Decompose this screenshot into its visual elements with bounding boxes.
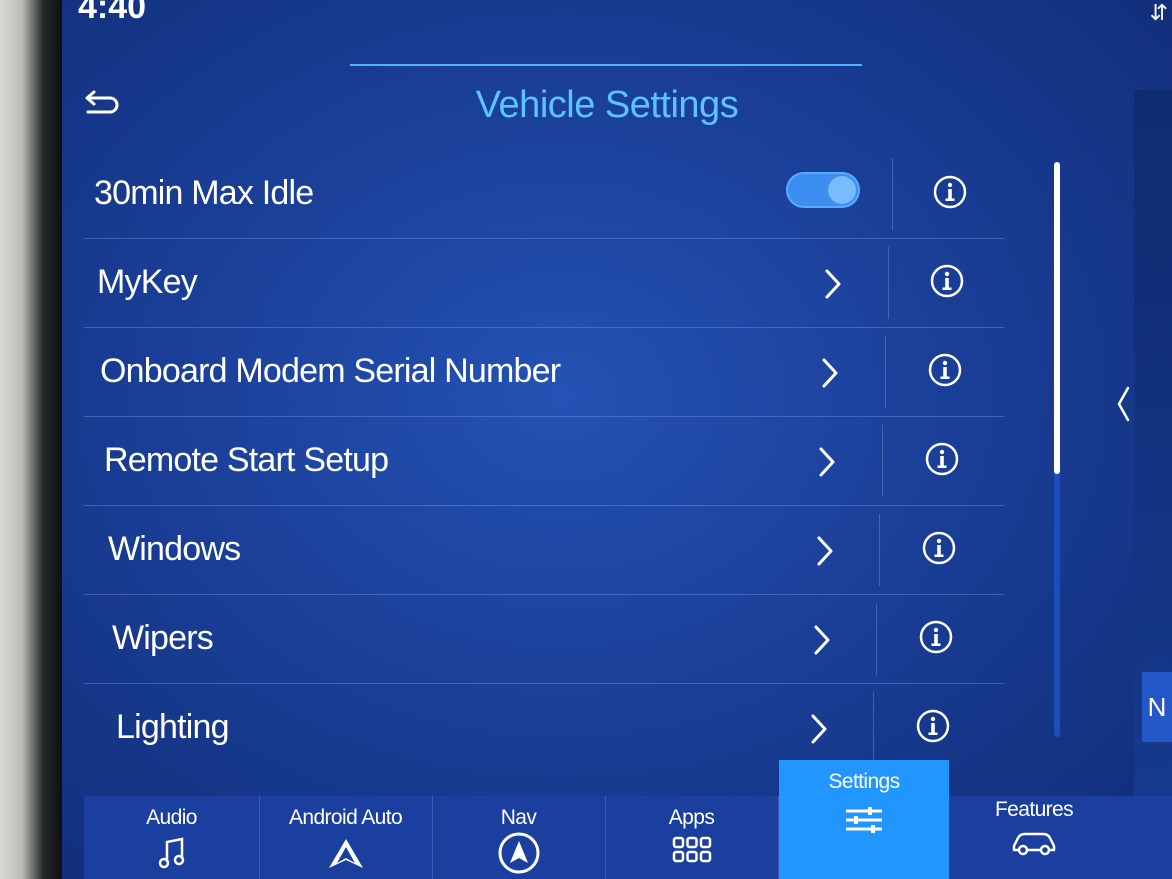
- nav-tab-label: Android Auto: [288, 806, 403, 829]
- chevron-right-icon: [819, 447, 835, 477]
- setting-label: Wipers: [112, 619, 214, 657]
- chevron-right-icon: [811, 714, 827, 744]
- side-panel-button[interactable]: N: [1142, 672, 1172, 742]
- status-time: 4:40: [78, 0, 147, 26]
- nav-tab-audio[interactable]: Audio: [84, 796, 260, 879]
- music-note-icon: [158, 837, 184, 869]
- screen-bezel: [0, 0, 62, 879]
- side-panel: [1134, 90, 1172, 879]
- chevron-right-icon: [814, 625, 830, 655]
- nav-tab-label: Audio: [146, 806, 197, 829]
- compass-icon: [498, 832, 539, 874]
- info-icon[interactable]: [932, 174, 968, 210]
- setting-label: MyKey: [97, 263, 198, 301]
- header-accent-line: [350, 64, 862, 66]
- infotainment-screen: 4:40 ⇵ Vehicle Settings 30min Max Idle M…: [62, 0, 1172, 879]
- grid-icon: [672, 836, 711, 863]
- row-divider: [888, 247, 889, 319]
- setting-row-wipers[interactable]: Wipers: [84, 595, 1004, 684]
- chevron-right-icon: [825, 269, 841, 299]
- setting-row-lighting[interactable]: Lighting: [84, 684, 1004, 772]
- nav-tab-settings[interactable]: Settings: [779, 760, 949, 879]
- setting-row-modem-serial[interactable]: Onboard Modem Serial Number: [84, 328, 1004, 417]
- nav-tab-label: Apps: [668, 806, 715, 829]
- info-icon[interactable]: [915, 708, 951, 744]
- row-divider: [882, 425, 883, 497]
- info-icon[interactable]: [921, 530, 957, 566]
- nav-tab-nav[interactable]: Nav: [432, 796, 606, 879]
- nav-tab-apps[interactable]: Apps: [605, 796, 779, 879]
- chevron-right-icon: [817, 536, 833, 566]
- back-arrow-icon: [85, 90, 119, 114]
- setting-row-remote-start[interactable]: Remote Start Setup: [84, 417, 1004, 506]
- nav-tab-features[interactable]: Features: [949, 796, 1119, 879]
- info-icon[interactable]: [927, 352, 963, 388]
- back-button[interactable]: [82, 82, 126, 122]
- nav-tab-label: Nav: [500, 806, 537, 829]
- chevron-right-icon: [822, 358, 838, 388]
- sliders-icon: [846, 807, 882, 833]
- settings-list: 30min Max Idle MyKey Onboard Modem Seria…: [84, 150, 1004, 772]
- scrollbar[interactable]: [1054, 162, 1060, 737]
- row-divider: [873, 692, 874, 764]
- setting-label: 30min Max Idle: [94, 174, 314, 212]
- setting-label: Lighting: [116, 708, 230, 746]
- setting-label: Windows: [108, 530, 241, 568]
- scrollbar-thumb[interactable]: [1054, 162, 1060, 474]
- nav-tab-label: Settings: [828, 770, 900, 793]
- row-divider: [892, 158, 893, 230]
- info-icon[interactable]: [924, 441, 960, 477]
- max-idle-toggle[interactable]: [786, 172, 860, 208]
- row-divider: [885, 336, 886, 408]
- bottom-nav: Audio Android Auto Nav Apps Settings Fea…: [84, 760, 1172, 879]
- android-auto-icon: [328, 839, 363, 868]
- setting-label: Onboard Modem Serial Number: [100, 352, 561, 390]
- chevron-left-icon[interactable]: [1114, 384, 1132, 424]
- row-divider: [876, 603, 877, 675]
- setting-row-mykey[interactable]: MyKey: [84, 239, 1004, 328]
- setting-label: Remote Start Setup: [104, 441, 389, 479]
- info-icon[interactable]: [918, 619, 954, 655]
- setting-row-max-idle[interactable]: 30min Max Idle: [84, 150, 1004, 239]
- car-icon: [1012, 832, 1056, 856]
- signal-icon: ⇵: [1149, 0, 1168, 25]
- nav-tab-label: Features: [994, 798, 1074, 821]
- toggle-knob: [828, 176, 856, 204]
- info-icon[interactable]: [929, 263, 965, 299]
- setting-row-windows[interactable]: Windows: [84, 506, 1004, 595]
- row-divider: [879, 514, 880, 586]
- page-title: Vehicle Settings: [475, 84, 739, 126]
- nav-tab-android-auto[interactable]: Android Auto: [259, 796, 433, 879]
